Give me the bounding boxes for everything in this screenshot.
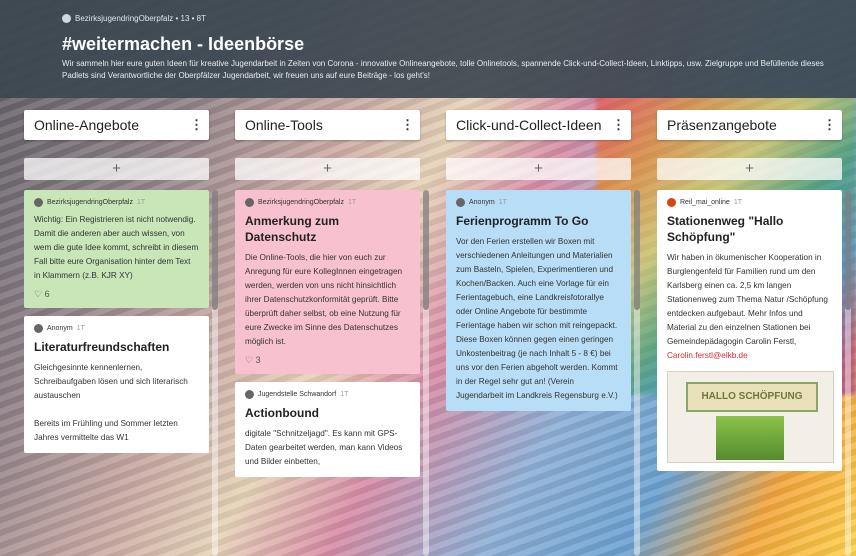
post-author: Anonym 1T bbox=[456, 198, 621, 207]
add-post-button[interactable]: + bbox=[235, 158, 420, 180]
column-scrollbar[interactable] bbox=[212, 190, 218, 556]
owner-avatar-icon bbox=[62, 14, 71, 23]
scrollbar-thumb[interactable] bbox=[423, 190, 429, 310]
post-title: Stationenweg "Hallo Schöpfung" bbox=[667, 214, 784, 244]
column-praesenzangebote: Präsenzangebote ⋮ + Reil_mai_online 1T S… bbox=[657, 110, 852, 556]
post-time: 1T bbox=[733, 199, 742, 206]
image-banner: HALLO SCHÖPFUNG bbox=[686, 382, 818, 412]
padlet-header: BezirksjugendringOberpfalz • 13 • 8T #we… bbox=[0, 0, 856, 98]
post-card[interactable]: BezirksjugendringOberpfalz 1T Wichtig: E… bbox=[24, 190, 209, 308]
add-post-button[interactable]: + bbox=[657, 158, 842, 180]
author-name: Jugendstelle Schwandorf bbox=[258, 391, 337, 398]
post-author: Jugendstelle Schwandorf 1T bbox=[245, 390, 410, 399]
author-name: Anonym bbox=[469, 199, 495, 206]
post-card[interactable]: Reil_mai_online 1T Stationenweg "Hallo S… bbox=[657, 190, 842, 471]
column-title: Online-Tools bbox=[245, 117, 323, 133]
column-scroll[interactable]: BezirksjugendringOberpfalz 1T Anmerkung … bbox=[235, 190, 420, 556]
header-meta-text: BezirksjugendringOberpfalz • 13 • 8T bbox=[75, 14, 206, 23]
post-card[interactable]: BezirksjugendringOberpfalz 1T Anmerkung … bbox=[235, 190, 420, 374]
post-time: 1T bbox=[498, 199, 507, 206]
column-scroll[interactable]: Anonym 1T Ferienprogramm To Go Vor den F… bbox=[446, 190, 631, 556]
column-menu-icon[interactable]: ⋮ bbox=[612, 117, 625, 133]
post-body: Wichtig: Ein Registrieren ist nicht notw… bbox=[34, 215, 199, 280]
post-body: Wir haben in ökumenischer Kooperation in… bbox=[667, 253, 828, 346]
column-scrollbar[interactable] bbox=[845, 190, 851, 556]
column-menu-icon[interactable]: ⋮ bbox=[401, 117, 414, 133]
author-name: BezirksjugendringOberpfalz bbox=[258, 199, 344, 206]
column-title: Click-und-Collect-Ideen bbox=[456, 117, 602, 133]
author-avatar-icon bbox=[667, 198, 676, 207]
column-header: Online-Angebote ⋮ bbox=[24, 110, 209, 140]
post-author: BezirksjugendringOberpfalz 1T bbox=[245, 198, 410, 207]
add-post-button[interactable]: + bbox=[446, 158, 631, 180]
column-scrollbar[interactable] bbox=[634, 190, 640, 556]
post-title: Anmerkung zum Datenschutz bbox=[245, 214, 340, 244]
post-time: 1T bbox=[348, 199, 357, 206]
post-card[interactable]: Anonym 1T Literaturfreundschaften Gleich… bbox=[24, 316, 209, 453]
column-online-angebote: Online-Angebote ⋮ + BezirksjugendringObe… bbox=[24, 110, 219, 556]
post-author: Reil_mai_online 1T bbox=[667, 198, 832, 207]
post-image[interactable]: HALLO SCHÖPFUNG bbox=[667, 371, 834, 463]
author-avatar-icon bbox=[245, 198, 254, 207]
column-title: Präsenzangebote bbox=[667, 117, 777, 133]
post-title: Literaturfreundschaften bbox=[34, 340, 170, 354]
column-title: Online-Angebote bbox=[34, 117, 140, 133]
author-avatar-icon bbox=[34, 198, 43, 207]
post-body: Vor den Ferien erstellen wir Boxen mit v… bbox=[456, 237, 618, 400]
scrollbar-thumb[interactable] bbox=[634, 190, 640, 310]
post-card[interactable]: Jugendstelle Schwandorf 1T Actionbound d… bbox=[235, 382, 420, 477]
scrollbar-thumb[interactable] bbox=[845, 190, 851, 310]
post-title: Ferienprogramm To Go bbox=[456, 214, 589, 228]
post-email-link[interactable]: Carolin.ferstl@elkb.de bbox=[667, 349, 832, 363]
scrollbar-thumb[interactable] bbox=[212, 190, 218, 310]
author-name: BezirksjugendringOberpfalz bbox=[47, 199, 133, 206]
post-time: 1T bbox=[137, 199, 146, 206]
post-body: digitale "Schnitzeljagd". Es kann mit GP… bbox=[245, 429, 403, 466]
column-scrollbar[interactable] bbox=[423, 190, 429, 556]
column-online-tools: Online-Tools ⋮ + BezirksjugendringOberpf… bbox=[235, 110, 430, 556]
author-avatar-icon bbox=[245, 390, 254, 399]
column-header: Online-Tools ⋮ bbox=[235, 110, 420, 140]
author-avatar-icon bbox=[34, 324, 43, 333]
column-header: Click-und-Collect-Ideen ⋮ bbox=[446, 110, 631, 140]
column-menu-icon[interactable]: ⋮ bbox=[823, 117, 836, 133]
header-meta: BezirksjugendringOberpfalz • 13 • 8T bbox=[62, 14, 206, 23]
author-avatar-icon bbox=[456, 198, 465, 207]
add-post-button[interactable]: + bbox=[24, 158, 209, 180]
column-click-und-collect: Click-und-Collect-Ideen ⋮ + Anonym 1T Fe… bbox=[446, 110, 641, 556]
post-title: Actionbound bbox=[245, 406, 319, 420]
like-button[interactable]: ♡ 6 bbox=[34, 289, 199, 300]
column-menu-icon[interactable]: ⋮ bbox=[190, 117, 203, 133]
post-time: 1T bbox=[76, 325, 85, 332]
post-body: Die Online-Tools, die hier von euch zur … bbox=[245, 253, 403, 346]
column-scroll[interactable]: BezirksjugendringOberpfalz 1T Wichtig: E… bbox=[24, 190, 209, 556]
post-author: Anonym 1T bbox=[34, 324, 199, 333]
image-photo bbox=[716, 416, 784, 460]
post-body: Gleichgesinnte kennenlernen, Schreibaufg… bbox=[34, 363, 188, 442]
page-description: Wir sammeln hier eure guten Ideen für kr… bbox=[62, 59, 824, 80]
page-title: #weitermachen - Ideenbörse bbox=[62, 34, 305, 54]
post-author: BezirksjugendringOberpfalz 1T bbox=[34, 198, 199, 207]
column-header: Präsenzangebote ⋮ bbox=[657, 110, 842, 140]
column-scroll[interactable]: Reil_mai_online 1T Stationenweg "Hallo S… bbox=[657, 190, 842, 556]
post-card[interactable]: Anonym 1T Ferienprogramm To Go Vor den F… bbox=[446, 190, 631, 411]
author-name: Reil_mai_online bbox=[680, 199, 730, 206]
author-name: Anonym bbox=[47, 325, 73, 332]
like-button[interactable]: ♡ 3 bbox=[245, 355, 410, 366]
post-time: 1T bbox=[340, 391, 349, 398]
